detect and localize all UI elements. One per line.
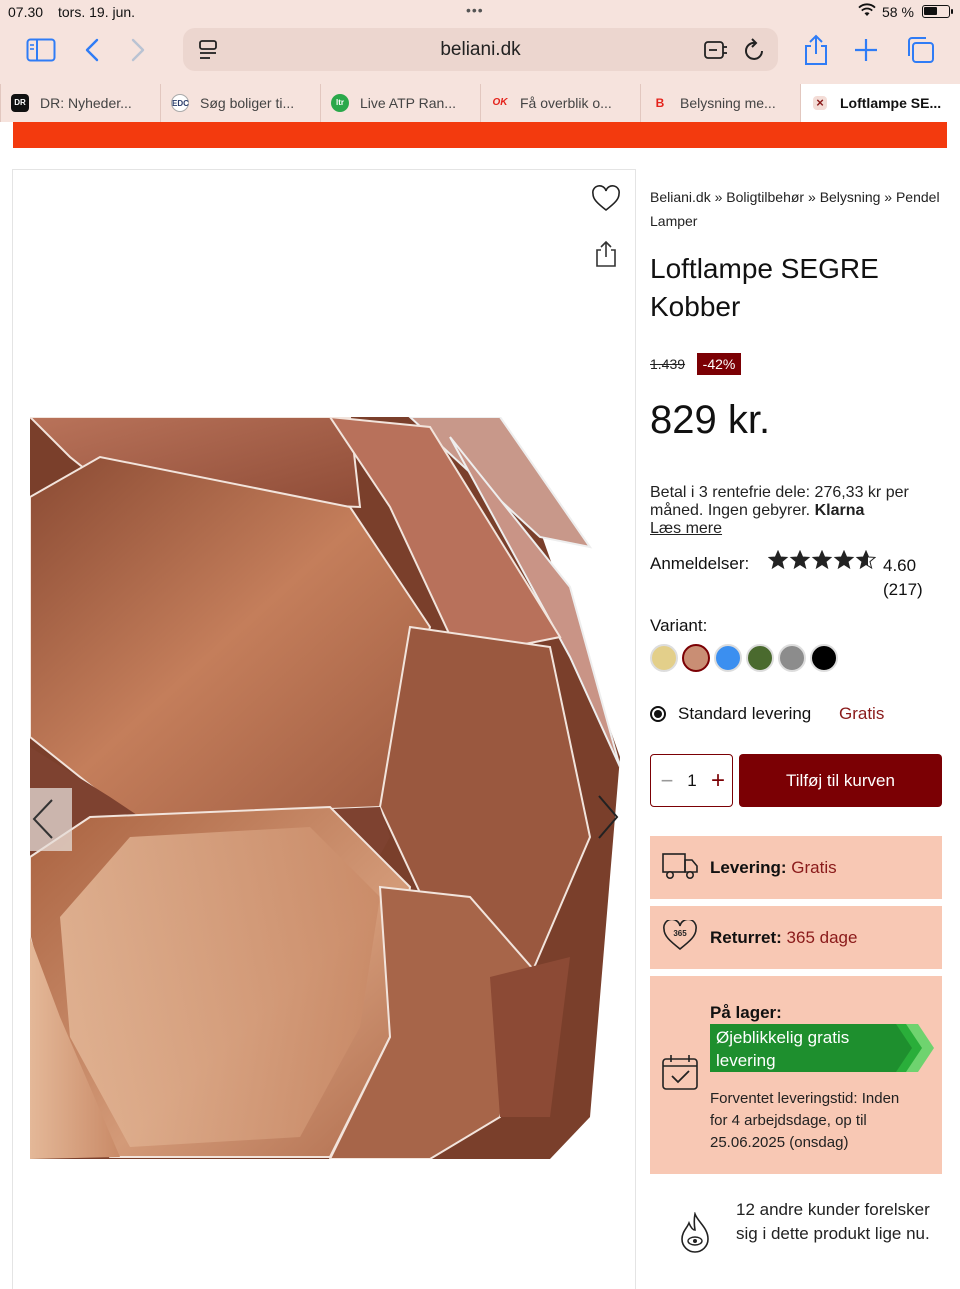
tab-bar: DR DR: Nyheder... EDC Søg boliger ti... … [0, 84, 960, 122]
return-info-box: 365 Returret: 365 dage [650, 906, 942, 969]
tab-belysning[interactable]: B Belysning me... [640, 84, 800, 122]
klarna-info: Betal i 3 rentefrie dele: 276,33 kr per … [650, 484, 950, 538]
stock-info-box: På lager: Øjeblikkelig gratis levering F… [650, 976, 942, 1174]
fire-eye-icon [681, 1212, 709, 1253]
url-text[interactable]: beliani.dk [183, 39, 778, 61]
price: 829 kr. [650, 398, 771, 442]
address-bar[interactable]: beliani.dk [183, 28, 778, 71]
browser-chrome: 07.30 tors. 19. jun. ••• 58 % beliani.dk [0, 0, 960, 122]
translate-icon[interactable] [703, 39, 729, 61]
delivery-info-label: Levering: [710, 858, 787, 877]
variant-label: Variant: [650, 616, 708, 635]
product-gallery [12, 169, 636, 1289]
tab-live-atp[interactable]: ltr Live ATP Ran... [320, 84, 480, 122]
klarna-text: Betal i 3 rentefrie dele: 276,33 kr per … [650, 484, 909, 519]
share-product-icon[interactable] [593, 240, 619, 268]
tab-title: Få overblik o... [520, 95, 612, 111]
klarna-read-more-link[interactable]: Læs mere [650, 520, 722, 538]
product-image[interactable] [30, 417, 620, 1159]
return-info-label: Returret: [710, 928, 782, 947]
return-info-text: Returret: 365 dage [710, 928, 857, 948]
ltr-favicon-icon: ltr [331, 94, 349, 112]
delivery-info-text: Levering: Gratis [710, 858, 837, 878]
return-info-value: 365 dage [786, 928, 858, 947]
klarna-brand: Klarna [814, 502, 865, 519]
new-tab-icon[interactable] [854, 38, 878, 62]
truck-icon [662, 853, 698, 879]
calendar-check-icon [662, 1055, 698, 1090]
rating-value: 4.60 [883, 556, 917, 575]
tab-title: DR: Nyheder... [40, 95, 132, 111]
delivery-option-price: Gratis [839, 704, 885, 723]
edc-favicon-icon: EDC [171, 94, 189, 112]
status-bar: 07.30 tors. 19. jun. ••• 58 % [0, 0, 960, 24]
tab-title: Loftlampe SE... [840, 95, 942, 111]
quantity-increase-button[interactable]: + [707, 767, 729, 795]
breadcrumb-separator: » [714, 189, 723, 205]
reload-icon[interactable] [744, 38, 766, 62]
dr-favicon-icon: DR [11, 94, 29, 112]
breadcrumb-separator: » [884, 189, 893, 205]
delivery-radio-button[interactable] [650, 706, 666, 722]
wifi-icon [858, 3, 876, 16]
close-tab-icon[interactable]: × [813, 96, 827, 110]
tabs-icon[interactable] [905, 36, 935, 64]
heart-icon[interactable] [591, 184, 621, 214]
old-price: 1.439 [650, 356, 686, 372]
variant-swatch-black[interactable] [810, 644, 838, 672]
delivery-info-box: Levering: Gratis [650, 836, 942, 899]
stock-flag-text: Øjeblikkelig gratis levering [716, 1028, 850, 1070]
tab-title: Søg boliger ti... [200, 95, 295, 111]
status-time: 07.30 [8, 4, 44, 20]
quantity-decrease-button[interactable]: − [657, 768, 677, 794]
variant-swatch-copper[interactable] [682, 644, 710, 672]
tab-ok[interactable]: OK Få overblik o... [480, 84, 640, 122]
breadcrumb-separator: » [808, 189, 816, 205]
rating[interactable]: 4.60 (217) [883, 554, 923, 602]
variant-swatch-green[interactable] [746, 644, 774, 672]
next-image-icon[interactable] [591, 792, 621, 842]
tab-edc[interactable]: EDC Søg boliger ti... [160, 84, 320, 122]
forward-icon[interactable] [130, 38, 146, 62]
beliani-favicon-icon: B [655, 96, 665, 110]
rating-count: (217) [883, 580, 923, 599]
breadcrumb-home[interactable]: Beliani.dk [650, 189, 711, 205]
variant-swatch-gold[interactable] [650, 644, 678, 672]
quantity-stepper: − 1 + [650, 754, 733, 807]
ok-favicon-icon: OK [492, 97, 508, 108]
discount-badge: -42% [697, 353, 741, 375]
tab-title: Belysning me... [680, 95, 776, 111]
multitasking-dots-icon[interactable]: ••• [466, 2, 484, 18]
previous-image-icon[interactable] [30, 788, 72, 851]
sidebar-icon[interactable] [26, 38, 56, 62]
return-badge-text: 365 [673, 929, 687, 938]
status-date: tors. 19. jun. [58, 4, 136, 20]
share-icon[interactable] [803, 34, 829, 66]
product-title: Loftlampe SEGRE Kobber [650, 253, 879, 322]
return-365-icon: 365 [662, 920, 698, 952]
variant-swatch-grey[interactable] [778, 644, 806, 672]
battery-percent: 58 % [882, 4, 914, 20]
promo-banner[interactable] [13, 122, 947, 148]
tab-dr[interactable]: DR DR: Nyheder... [0, 84, 160, 122]
stock-flag: Øjeblikkelig gratis levering [710, 1024, 934, 1072]
quantity-value[interactable]: 1 [681, 771, 703, 791]
breadcrumb-boligtilbehor[interactable]: Boligtilbehør [726, 189, 804, 205]
stock-title: På lager: [710, 1003, 782, 1022]
battery-icon [922, 5, 953, 18]
delivery-option-label[interactable]: Standard levering [678, 704, 811, 724]
delivery-info-value: Gratis [791, 858, 837, 877]
stock-eta: Forventet leveringstid: Inden for 4 arbe… [710, 1090, 900, 1151]
tab-title: Live ATP Ran... [360, 95, 456, 111]
variant-swatch-blue[interactable] [714, 644, 742, 672]
rating-stars-icon[interactable] [768, 550, 876, 570]
breadcrumb-belysning[interactable]: Belysning [820, 189, 881, 205]
breadcrumb: Beliani.dk » Boligtilbehør » Belysning »… [650, 185, 950, 233]
reviews-label: Anmeldelser: [650, 554, 750, 573]
social-proof-text: 12 andre kunder forelsker sig i dette pr… [736, 1200, 930, 1243]
tab-loftlampe[interactable]: × Loftlampe SE... [800, 84, 960, 122]
back-icon[interactable] [84, 38, 100, 62]
add-to-cart-button[interactable]: Tilføj til kurven [739, 754, 942, 807]
